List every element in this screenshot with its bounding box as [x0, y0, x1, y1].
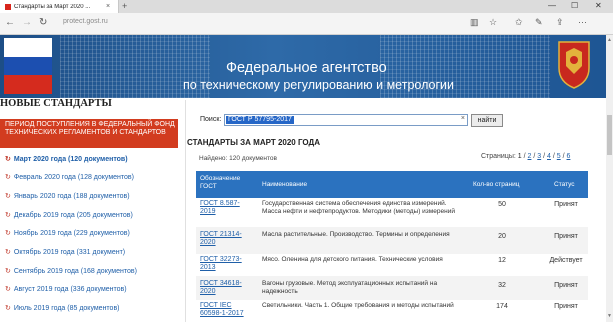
history-icon: ↻: [5, 230, 11, 237]
coat-of-arms-icon: [558, 41, 590, 89]
page-link-4[interactable]: 4: [547, 153, 551, 160]
status-text: Действует: [549, 257, 583, 264]
page-title: СТАНДАРТЫ ЗА МАРТ 2020 ГОДА: [187, 138, 320, 147]
pages-label: Страницы:: [481, 153, 516, 160]
reading-view-icon[interactable]: ▥: [470, 17, 479, 28]
pagination: Страницы: 1 / 2 / 3 / 4 / 5 / 6: [481, 153, 571, 160]
history-icon: ↻: [5, 212, 11, 219]
sidebar-item-oct-2019[interactable]: ↻ Октябрь 2019 года (331 документ): [5, 248, 125, 256]
sidebar-item-nov-2019[interactable]: ↻ Ноябрь 2019 года (229 документов): [5, 229, 130, 237]
history-icon: ↻: [5, 193, 11, 200]
gost-code-link[interactable]: ГОСТ 21314-2020: [200, 231, 252, 247]
history-icon: ↻: [5, 268, 11, 275]
search-input[interactable]: ГОСТ Р 57795-2017 ×: [224, 114, 468, 126]
favorite-star-icon[interactable]: ☆: [489, 17, 497, 28]
clear-icon[interactable]: ×: [461, 115, 465, 122]
refresh-icon[interactable]: ↻: [39, 17, 47, 28]
forward-icon[interactable]: →: [22, 17, 32, 28]
gost-code-link[interactable]: ГОСТ 32273-2013: [200, 256, 252, 272]
page-count: 50: [498, 201, 506, 208]
sidebar-item-jan-2020[interactable]: ↻ Январь 2020 года (188 документов): [5, 192, 130, 200]
history-icon: ↻: [5, 249, 11, 256]
agency-title: Федеральное агентство: [226, 60, 387, 76]
results-count: Найдено: 120 документов: [199, 155, 277, 162]
page-link-3[interactable]: 3: [537, 153, 541, 160]
page-count: 32: [498, 282, 506, 289]
search-button[interactable]: найти: [471, 114, 503, 127]
history-icon: ↻: [5, 156, 11, 163]
share-icon[interactable]: ⇪: [556, 17, 564, 28]
table-row: ГОСТ 8.587-2019 Государственная система …: [196, 198, 588, 227]
sidebar-item-sep-2019[interactable]: ↻ Сентябрь 2019 года (168 документов): [5, 267, 137, 275]
status-text: Принят: [554, 303, 578, 310]
gost-name: Вагоны грузовые. Метод эксплуатационных …: [262, 280, 438, 295]
column-header-name[interactable]: Наименование: [262, 181, 307, 189]
sidebar-item-jul-2019[interactable]: ↻ Июль 2019 года (85 документов): [5, 304, 120, 312]
table-row: ГОСТ 32273-2013 Мясо. Оленина для детско…: [196, 254, 588, 276]
history-icon: ↻: [5, 286, 11, 293]
gost-name: Светильники. Часть 1. Общие требования и…: [262, 302, 454, 309]
page-link-1[interactable]: 1: [518, 153, 522, 160]
page-link-6[interactable]: 6: [567, 153, 571, 160]
tab-close-icon[interactable]: ×: [106, 3, 110, 10]
table-row: ГОСТ IEC 60598-1-2017 Светильники. Часть…: [196, 300, 588, 322]
gost-name: Масла растительные. Производство. Термин…: [262, 231, 450, 238]
pen-icon[interactable]: ✎: [535, 17, 543, 28]
gost-name: Мясо. Оленина для детского питания. Техн…: [262, 256, 443, 263]
vertical-scrollbar[interactable]: ▲ ▼: [606, 35, 613, 322]
sidebar-item-dec-2019[interactable]: ↻ Декабрь 2019 года (205 документов): [5, 211, 133, 219]
status-text: Принят: [554, 201, 578, 208]
page-count: 12: [498, 257, 506, 264]
agency-subtitle: по техническому регулированию и метролог…: [183, 78, 454, 92]
gost-name: Государственная система обеспечения един…: [262, 200, 455, 215]
page-link-5[interactable]: 5: [557, 153, 561, 160]
column-header-pages[interactable]: Кол-во страниц: [473, 181, 519, 189]
table-header: Обозначение ГОСТ Наименование Кол-во стр…: [196, 171, 588, 198]
close-window-button[interactable]: ✕: [595, 1, 602, 10]
table-row: ГОСТ 34618-2020 Вагоны грузовые. Метод э…: [196, 276, 588, 300]
gost-code-link[interactable]: ГОСТ IEC 60598-1-2017: [200, 302, 252, 318]
history-icon: ↻: [5, 174, 11, 181]
table-row: ГОСТ 21314-2020 Масла растительные. Прои…: [196, 227, 588, 254]
back-icon[interactable]: ←: [5, 17, 15, 28]
sidebar-item-aug-2019[interactable]: ↻ Август 2019 года (336 документов): [5, 285, 127, 293]
new-tab-button[interactable]: +: [122, 1, 127, 11]
more-icon[interactable]: ···: [578, 17, 587, 27]
period-header: ПЕРИОД ПОСТУПЛЕНИЯ В ФЕДЕРАЛЬНЫЙ ФОНД ТЕ…: [0, 119, 178, 148]
maximize-button[interactable]: ☐: [571, 1, 578, 10]
status-text: Принят: [554, 282, 578, 289]
scroll-down-icon[interactable]: ▼: [606, 313, 613, 319]
site-favicon: [5, 3, 11, 10]
address-bar[interactable]: protect.gost.ru: [63, 18, 108, 25]
gost-code-link[interactable]: ГОСТ 34618-2020: [200, 280, 252, 296]
russian-flag: [4, 38, 52, 94]
browser-tab[interactable]: Стандарты за Март 2020 ... ×: [0, 0, 119, 13]
page-count: 174: [496, 303, 508, 310]
minimize-button[interactable]: —: [548, 1, 556, 10]
sidebar-title: НОВЫЕ СТАНДАРТЫ: [0, 98, 112, 109]
search-input-value: ГОСТ Р 57795-2017: [226, 116, 294, 124]
history-icon: ↻: [5, 305, 11, 312]
column-divider: [185, 100, 186, 322]
page-count: 20: [498, 233, 506, 240]
column-header-status[interactable]: Статус: [554, 181, 575, 189]
favorites-hub-icon[interactable]: ✩: [515, 17, 523, 28]
sidebar-item-mar-2020[interactable]: ↻ Март 2020 года (120 документов): [5, 155, 128, 163]
column-header-code[interactable]: Обозначение ГОСТ: [200, 175, 250, 190]
scroll-thumb[interactable]: [607, 115, 612, 155]
search-label: Поиск:: [200, 116, 222, 123]
period-header-text: ПЕРИОД ПОСТУПЛЕНИЯ В ФЕДЕРАЛЬНЫЙ ФОНД ТЕ…: [5, 121, 175, 136]
page-link-2[interactable]: 2: [528, 153, 532, 160]
scroll-up-icon[interactable]: ▲: [606, 37, 613, 43]
status-text: Принят: [554, 233, 578, 240]
sidebar-item-feb-2020[interactable]: ↻ Февраль 2020 года (128 документов): [5, 173, 134, 181]
gost-code-link[interactable]: ГОСТ 8.587-2019: [200, 200, 252, 216]
tab-title: Стандарты за Март 2020 ...: [14, 3, 91, 10]
